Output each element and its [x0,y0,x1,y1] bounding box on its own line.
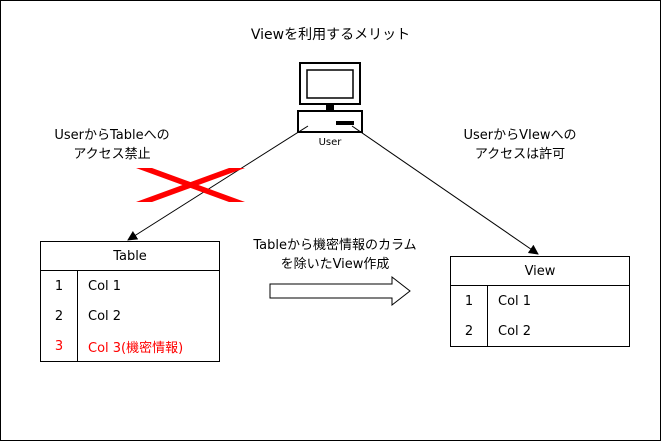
create-view-note: Tableから機密情報のカラム を除いたView作成 [225,236,445,274]
access-denied-line1: UserからTableへの [54,128,170,143]
view-header: View [450,256,630,286]
table-row: 1 Col 1 [40,270,220,301]
column-name: Col 2 [487,316,630,347]
row-number: 3 [40,331,78,362]
access-allowed-line1: UserからVIewへの [463,128,577,143]
access-allowed-line2: アクセスは許可 [474,147,566,162]
view-table: View 1 Col 1 2 Col 2 [450,256,630,347]
create-view-line1: Tableから機密情報のカラム [253,238,417,253]
row-number: 1 [450,285,488,316]
table-header: Table [40,241,220,271]
table-row-sensitive: 3 Col 3(機密情報) [40,331,220,362]
computer-user-icon [297,62,363,133]
user-label: User [318,137,342,148]
row-number: 2 [450,316,488,347]
source-table: Table 1 Col 1 2 Col 2 3 Col 3(機密情報) [40,241,220,362]
row-number: 1 [40,270,78,301]
column-name: Col 2 [77,301,220,331]
column-name: Col 1 [77,270,220,301]
diagram-title: Viewを利用するメリット [250,27,411,43]
row-number: 2 [40,301,78,331]
create-view-line2: を除いたView作成 [280,257,390,272]
table-row: 1 Col 1 [450,285,630,316]
diagram-canvas [127,62,539,307]
column-name-sensitive: Col 3(機密情報) [77,331,220,362]
block-arrow-icon [269,275,411,307]
access-allowed-note: UserからVIewへの アクセスは許可 [420,126,620,164]
access-denied-line2: アクセス禁止 [73,147,151,162]
access-denied-note: UserからTableへの アクセス禁止 [12,126,212,164]
table-row: 2 Col 2 [40,301,220,331]
column-name: Col 1 [487,285,630,316]
forbidden-cross-icon [136,168,245,202]
table-row: 2 Col 2 [450,316,630,347]
